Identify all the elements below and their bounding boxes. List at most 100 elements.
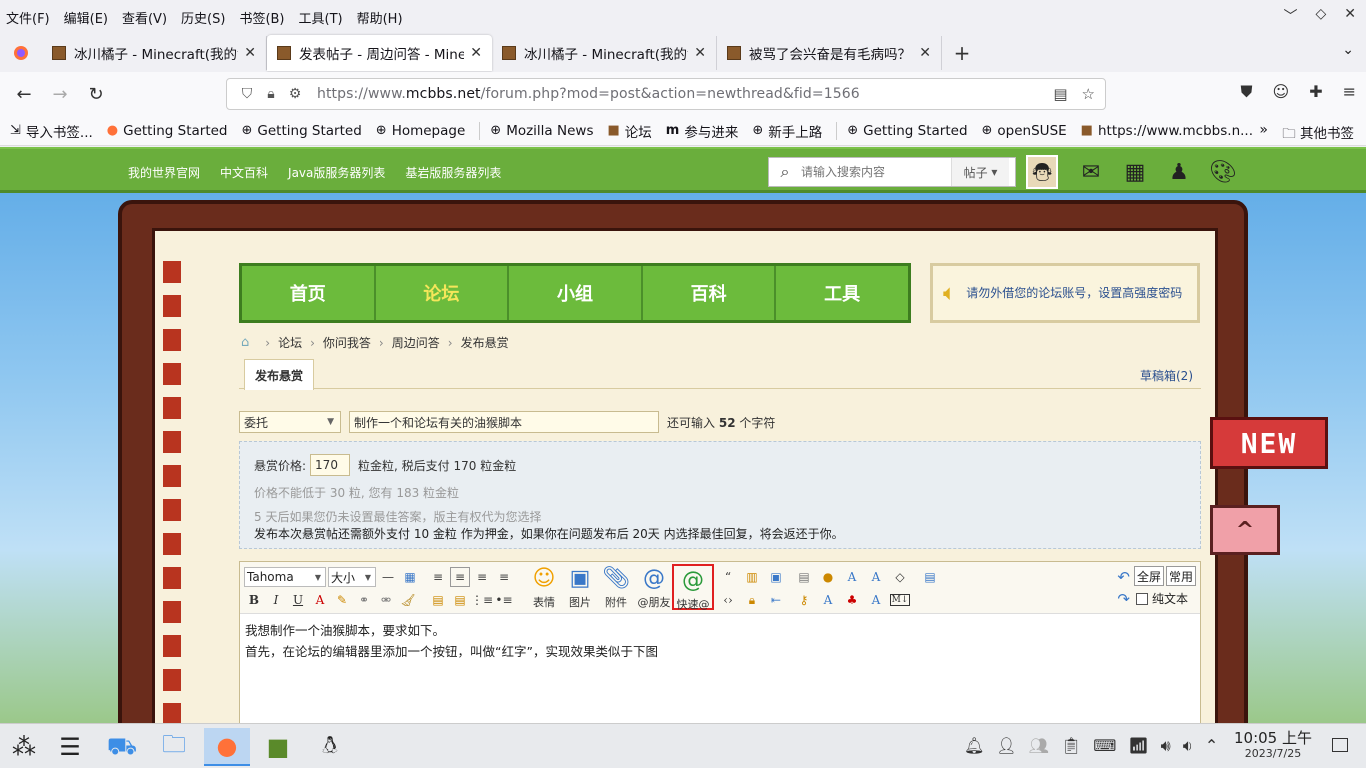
indent-icon[interactable]: ⇤ [766, 590, 786, 610]
other-bookmarks[interactable]: 🗀︎ 其他书签 [1282, 122, 1354, 147]
notifications-icon[interactable]: 🔔︎ [964, 736, 984, 756]
bookmark-star-icon[interactable]: ☆ [1082, 85, 1095, 103]
tab-2-active[interactable]: 发表帖子 - 周边问答 - Minec ✕ [267, 35, 492, 71]
attachment-button[interactable]: 📎︎ 附件 [598, 564, 634, 610]
common-button[interactable]: 常用 [1166, 566, 1196, 586]
app-launcher-icon[interactable]: ⁂ [4, 728, 44, 766]
breadcrumb-item[interactable]: 论坛 [278, 334, 302, 351]
hr-icon[interactable]: — [378, 567, 398, 587]
close-tab-icon[interactable]: ✕ [919, 45, 931, 61]
close-tab-icon[interactable]: ✕ [470, 45, 482, 61]
tab-3[interactable]: 冰川橘子 - Minecraft(我的世 ✕ [492, 36, 717, 70]
nav-link-java-servers[interactable]: Java版服务器列表 [288, 164, 385, 181]
app-menu-icon[interactable]: ≡ [1343, 82, 1356, 102]
redo-icon[interactable]: ↷ [1117, 590, 1130, 608]
float-right-icon[interactable]: ▤ [450, 590, 470, 610]
float-left-icon[interactable]: ▤ [428, 590, 448, 610]
menu-history[interactable]: 历史(S) [181, 8, 225, 27]
system-settings-icon[interactable]: ☰ [50, 728, 90, 766]
quick-mention-button[interactable]: @ 快速@ [672, 564, 714, 611]
font-select[interactable]: Tahoma ▼ [244, 567, 326, 587]
ordered-list-icon[interactable]: ⋮≡ [471, 590, 493, 610]
quote-icon[interactable]: “ [718, 567, 738, 587]
editor-content[interactable]: 我想制作一个油猴脚本，要求如下。 首先，在论坛的编辑器里添加一个按钮，叫做“红字… [245, 620, 658, 662]
align-right-icon[interactable]: ≡ [494, 567, 514, 587]
list-tabs-icon[interactable]: ⌄ [1342, 42, 1354, 58]
unlink-icon[interactable]: ⚮ [376, 590, 396, 610]
new-tab-button[interactable]: + [942, 41, 982, 65]
user-icon[interactable]: 👤︎ [996, 736, 1016, 756]
code-icon[interactable]: ‹› [718, 590, 738, 610]
minimize-icon[interactable]: ﹀ [1283, 6, 1297, 26]
tab-post-reward[interactable]: 发布悬赏 [244, 359, 314, 390]
font-style-icon[interactable]: A [818, 590, 838, 610]
main-nav-wiki[interactable]: 百科 [643, 266, 777, 320]
plaintext-toggle[interactable]: 纯文本 [1135, 590, 1188, 607]
align-center-icon[interactable]: ≡ [472, 567, 492, 587]
unordered-list-icon[interactable]: •≡ [494, 590, 514, 610]
reader-view-icon[interactable]: ▤ [1053, 85, 1067, 103]
italic-icon[interactable]: I [266, 590, 286, 610]
extensions-icon[interactable]: ✚ [1309, 82, 1322, 102]
bold-icon[interactable]: B [244, 590, 264, 610]
bookmark-item[interactable]: ⊕ Getting Started [847, 123, 967, 139]
title-input[interactable]: 制作一个和论坛有关的油猴脚本 [349, 411, 659, 433]
superscript-icon[interactable]: A [866, 567, 886, 587]
menu-bookmarks[interactable]: 书签(B) [239, 8, 284, 27]
firefox-taskbar-icon[interactable]: ● [204, 728, 250, 766]
profile-icon[interactable]: ♟ [1164, 157, 1194, 187]
main-nav-groups[interactable]: 小组 [509, 266, 643, 320]
palette-icon[interactable]: 🎨︎ [1208, 157, 1238, 187]
menu-help[interactable]: 帮助(H) [357, 8, 403, 27]
menu-view[interactable]: 查看(V) [122, 8, 167, 27]
expand-tray-icon[interactable]: ⌃ [1205, 736, 1218, 756]
more-bookmarks-icon[interactable]: » [1259, 122, 1268, 138]
media-icon[interactable]: ▤ [794, 567, 814, 587]
link-icon[interactable]: ⚭ [354, 590, 374, 610]
breadcrumb-item[interactable]: 周边问答 [392, 334, 440, 351]
lock-icon[interactable]: 🔒︎ [259, 86, 283, 102]
menu-edit[interactable]: 编辑(E) [64, 8, 108, 27]
user-avatar[interactable]: 👧︎ [1026, 155, 1058, 189]
align-left-icon[interactable]: ≡ [428, 567, 448, 587]
bookmark-item[interactable]: ■ 论坛 [607, 121, 651, 141]
maximize-icon[interactable]: ◇ [1315, 6, 1326, 26]
mention-friend-button[interactable]: @ @朋友 [636, 564, 672, 610]
ruby-icon[interactable]: A [842, 567, 862, 587]
fullscreen-button[interactable]: 全屏 [1134, 566, 1164, 586]
eraser-icon[interactable]: ◇ [890, 567, 910, 587]
search-input[interactable] [801, 165, 951, 179]
underline-icon[interactable]: U [288, 590, 308, 610]
drafts-link[interactable]: 草稿箱(2) [1140, 367, 1193, 384]
emoji-button[interactable]: ☺ 表情 [526, 564, 562, 610]
pocket-icon[interactable]: ⛊ [1240, 82, 1252, 102]
bookmark-item[interactable]: m 参与进来 [666, 121, 739, 141]
wifi-icon[interactable]: 📶︎ [1128, 736, 1148, 756]
nav-link-official[interactable]: 我的世界官网 [128, 164, 200, 181]
search-scope-select[interactable]: 帖子 ▾ [951, 158, 1009, 186]
menu-tools[interactable]: 工具(T) [299, 8, 343, 27]
nav-link-wiki[interactable]: 中文百科 [220, 164, 268, 181]
software-store-icon[interactable]: ⛟ [102, 728, 142, 766]
hide-lock-icon[interactable]: 🔒︎ [742, 590, 762, 610]
mail-icon[interactable]: ✉ [1076, 157, 1106, 187]
forward-icon[interactable]: → [42, 78, 78, 110]
bookmark-item[interactable]: ⇲ 导入书签... [10, 121, 93, 141]
permissions-icon[interactable]: ⚙ [283, 86, 307, 102]
url-text[interactable]: https://www.mcbbs.net/forum.php?mod=post… [317, 86, 860, 102]
qq-taskbar-icon[interactable]: 🐧︎ [310, 728, 350, 766]
qq-icon[interactable]: ♣ [842, 590, 862, 610]
reward-price-input[interactable]: 170 [310, 454, 351, 476]
tab-1[interactable]: 冰川橘子 - Minecraft(我的世 ✕ [42, 36, 267, 70]
new-ribbon[interactable]: NEW [1210, 417, 1328, 469]
bookmark-item[interactable]: ⊕ openSUSE [982, 123, 1067, 139]
minecraft-icon[interactable]: ■ [258, 728, 298, 766]
font-color-icon[interactable]: A [310, 590, 330, 610]
menu-file[interactable]: 文件(F) [6, 8, 50, 27]
plaintext-checkbox[interactable] [1135, 592, 1148, 605]
back-icon[interactable]: ← [6, 78, 42, 110]
search-icon[interactable]: ⌕ [769, 162, 801, 182]
url-bar[interactable]: ⛉ 🔒︎ ⚙ https://www.mcbbs.net/forum.php?m… [226, 78, 1106, 110]
code-block-icon[interactable]: ▣ [766, 567, 786, 587]
undo-icon[interactable]: ↶ [1117, 568, 1130, 586]
